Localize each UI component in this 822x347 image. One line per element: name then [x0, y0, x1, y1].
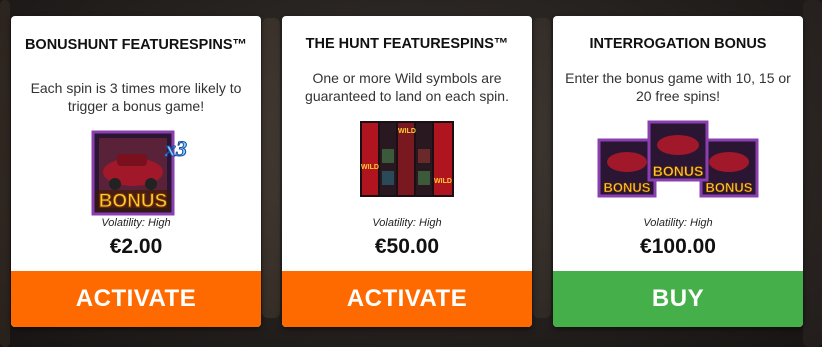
bonus-badge-text: BONUS	[99, 191, 168, 212]
reels-preview-art: WILD WILD WILD	[360, 121, 454, 197]
offer-price: €50.00	[374, 235, 440, 258]
background-shelf-left	[0, 0, 10, 347]
offer-price: €2.00	[109, 235, 163, 258]
wild-symbol: WILD	[434, 178, 452, 185]
offer-title: INTERROGATION BONUS	[589, 36, 767, 52]
offer-title: THE HUNT FEATURESPINS™	[305, 36, 509, 52]
bonus-symbols-art: BONUS BONUS BONUS	[597, 120, 759, 214]
bonus-badge-text: BONUS	[706, 180, 753, 195]
offer-description: Enter the bonus game with 10, 15 or 20 f…	[565, 70, 791, 104]
buy-button[interactable]: BUY	[553, 271, 803, 327]
offer-price: €100.00	[640, 235, 716, 258]
offer-title: BONUSHUNT FEATURESPINS™	[24, 37, 248, 53]
activate-button[interactable]: ACTIVATE	[282, 271, 532, 327]
activate-button[interactable]: ACTIVATE	[11, 271, 261, 327]
volatility-label: Volatility: High	[643, 217, 713, 229]
bonus-symbol-art: BONUS x3	[91, 124, 191, 222]
bonus-badge-text: BONUS	[604, 180, 651, 195]
bonus-badge-text: BONUS	[653, 163, 704, 179]
background-window	[262, 18, 280, 318]
background-lamp	[803, 0, 822, 347]
offer-description: Each spin is 3 times more likely to trig…	[30, 80, 242, 114]
offer-card-interrogation-bonus: INTERROGATION BONUS Enter the bonus game…	[553, 16, 803, 327]
volatility-label: Volatility: High	[101, 217, 171, 229]
volatility-label: Volatility: High	[372, 217, 442, 229]
offer-card-hunt-featurespins: THE HUNT FEATURESPINS™ One or more Wild …	[282, 16, 532, 327]
wild-symbol: WILD	[398, 128, 416, 135]
offer-description: One or more Wild symbols are guaranteed …	[305, 70, 509, 104]
background-window	[533, 18, 551, 318]
offer-card-bonushunt: BONUSHUNT FEATURESPINS™ Each spin is 3 t…	[11, 16, 261, 327]
multiplier-text: x3	[164, 136, 187, 161]
wild-symbol: WILD	[361, 164, 379, 171]
